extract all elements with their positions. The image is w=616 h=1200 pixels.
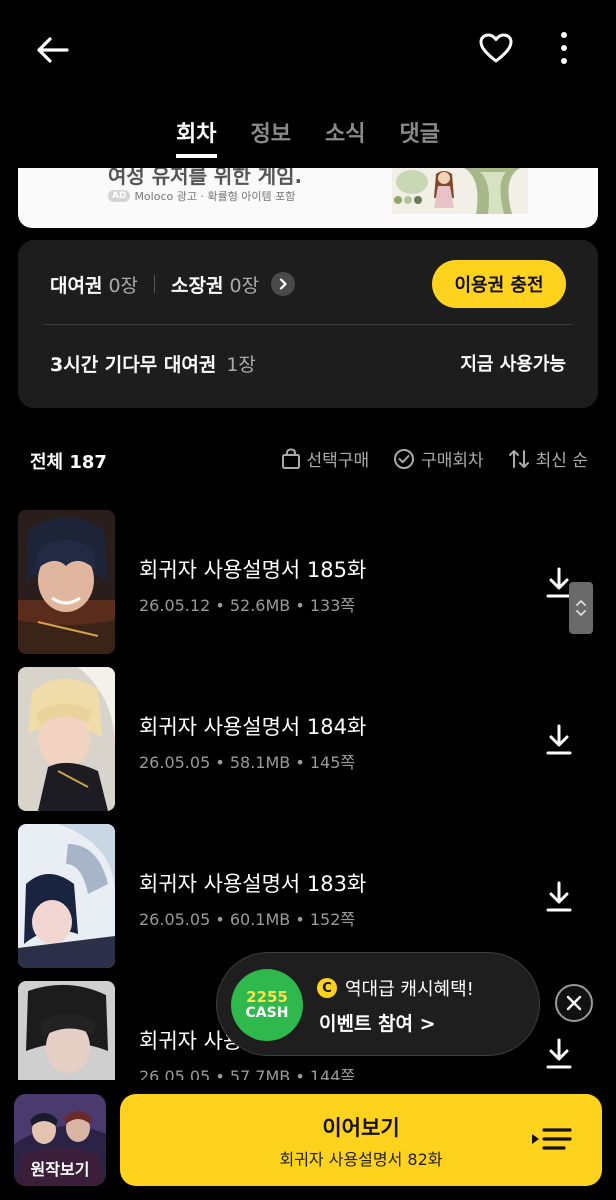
chevron-right-icon xyxy=(279,278,287,290)
episode-thumbnail xyxy=(18,824,115,968)
charge-ticket-button[interactable]: 이용권 충전 xyxy=(432,260,566,308)
ticket-detail-button[interactable] xyxy=(271,272,296,296)
episode-item[interactable]: 회귀자 사용설명서 184화 26.05.05 • 58.1MB • 145쪽 xyxy=(18,667,598,813)
purchased-filter-label: 구매회차 xyxy=(421,451,484,471)
download-icon[interactable] xyxy=(544,723,574,757)
list-filters: 선택구매 구매회차 최신 순 xyxy=(281,446,588,471)
wait-free-status[interactable]: 지금 사용가능 xyxy=(460,350,566,376)
download-icon[interactable] xyxy=(544,880,574,914)
arrow-left-icon xyxy=(37,37,69,63)
cash-coin-icon: C xyxy=(317,978,337,998)
tab-comments[interactable]: 댓글 xyxy=(399,112,439,154)
more-vertical-icon xyxy=(561,32,567,64)
wait-free-count: 1장 xyxy=(226,354,256,376)
tab-bar: 회차 정보 소식 댓글 xyxy=(0,112,616,158)
ad-badge: AD xyxy=(108,190,131,202)
ticket-summary: 대여권 0장 소장권 0장 xyxy=(50,268,296,300)
fast-scroll-handle[interactable] xyxy=(569,582,593,634)
episode-meta: 26.05.05 • 58.1MB • 145쪽 xyxy=(139,753,356,772)
episode-total: 전체 187 xyxy=(30,452,107,473)
tab-news[interactable]: 소식 xyxy=(325,112,365,154)
continue-reading-button[interactable]: 이어보기 회귀자 사용설명서 82화 xyxy=(120,1094,602,1186)
ticket-card: 대여권 0장 소장권 0장 이용권 충전 3시간 기다무 대여권 1장 지금 사… xyxy=(18,240,598,408)
rental-label: 대여권 xyxy=(50,274,103,297)
event-join-link[interactable]: 이벤트 참여 > xyxy=(319,1009,436,1036)
own-label: 소장권 xyxy=(171,274,224,297)
ad-banner[interactable]: 여성 유저를 위한 게임. AD Moloco 광고 · 확률형 아이템 포함 xyxy=(18,168,598,228)
back-button[interactable] xyxy=(28,26,76,74)
app-screen: 회차 정보 소식 댓글 여성 유저를 위한 게임. AD Moloco 광고 ·… xyxy=(0,0,616,1200)
cash-event-popup[interactable]: 2255 CASH C 역대급 캐시혜택! 이벤트 참여 > xyxy=(216,952,540,1056)
favorite-button[interactable] xyxy=(472,24,520,72)
episode-title: 회귀자 사용설명서 185화 xyxy=(139,558,367,582)
heart-icon xyxy=(479,33,513,63)
episode-thumbnail xyxy=(18,667,115,811)
cash-logo-text: CASH xyxy=(245,1005,289,1021)
close-event-button[interactable] xyxy=(555,984,593,1022)
episode-item[interactable]: 회귀자 사용설명서 185화 26.05.12 • 52.6MB • 133쪽 xyxy=(18,510,598,656)
check-circle-icon xyxy=(394,448,415,469)
own-count: 0장 xyxy=(229,274,260,297)
episode-thumbnail xyxy=(18,510,115,654)
episode-list-header: 전체 187 선택구매 구매회차 최신 순 xyxy=(0,444,616,476)
close-icon xyxy=(566,995,582,1011)
sort-label: 최신 순 xyxy=(535,451,588,471)
episode-item[interactable]: 회귀자 사용설명서 183화 26.05.05 • 60.1MB • 152쪽 xyxy=(18,824,598,970)
top-bar xyxy=(0,0,616,100)
tab-info[interactable]: 정보 xyxy=(251,112,291,154)
view-original-label: 원작보기 xyxy=(30,1160,90,1179)
bottom-bar: 원작보기 이어보기 회귀자 사용설명서 82화 xyxy=(0,1080,616,1200)
wait-free-label: 3시간 기다무 대여권 xyxy=(50,354,217,376)
tab-episodes[interactable]: 회차 xyxy=(176,112,218,158)
ad-meta-text: Moloco 광고 · 확률형 아이템 포함 xyxy=(134,190,296,203)
purchased-filter-button[interactable]: 구매회차 xyxy=(393,446,484,471)
episode-title: 회귀자 사용설명서 184화 xyxy=(139,715,367,739)
sort-icon xyxy=(508,449,529,468)
rental-count: 0장 xyxy=(108,274,139,297)
chevron-up-down-icon xyxy=(576,600,586,616)
episode-meta: 26.05.12 • 52.6MB • 133쪽 xyxy=(139,596,356,615)
view-original-button[interactable]: 원작보기 xyxy=(14,1094,106,1186)
shopping-bag-icon xyxy=(281,447,300,469)
select-purchase-button[interactable]: 선택구매 xyxy=(281,446,370,471)
cash-event-logo: 2255 CASH xyxy=(231,969,303,1041)
episode-list-icon[interactable] xyxy=(530,1124,574,1158)
cash-logo-number: 2255 xyxy=(246,988,288,1006)
select-purchase-label: 선택구매 xyxy=(306,451,370,471)
sort-button[interactable]: 최신 순 xyxy=(508,446,588,471)
episode-meta: 26.05.05 • 60.1MB • 152쪽 xyxy=(139,910,356,929)
ad-title: 여성 유저를 위한 게임. xyxy=(108,168,303,188)
event-headline: C 역대급 캐시혜택! xyxy=(317,975,474,1001)
card-divider xyxy=(44,324,572,325)
divider xyxy=(154,275,156,293)
wait-free-ticket: 3시간 기다무 대여권 1장 xyxy=(50,350,256,377)
episode-title: 회귀자 사용설명서 183화 xyxy=(139,872,367,896)
ad-image xyxy=(392,168,528,214)
event-headline-text: 역대급 캐시혜택! xyxy=(345,979,474,1000)
ad-meta: AD Moloco 광고 · 확률형 아이템 포함 xyxy=(108,188,295,204)
download-icon[interactable] xyxy=(544,1037,574,1071)
more-options-button[interactable] xyxy=(542,24,586,72)
